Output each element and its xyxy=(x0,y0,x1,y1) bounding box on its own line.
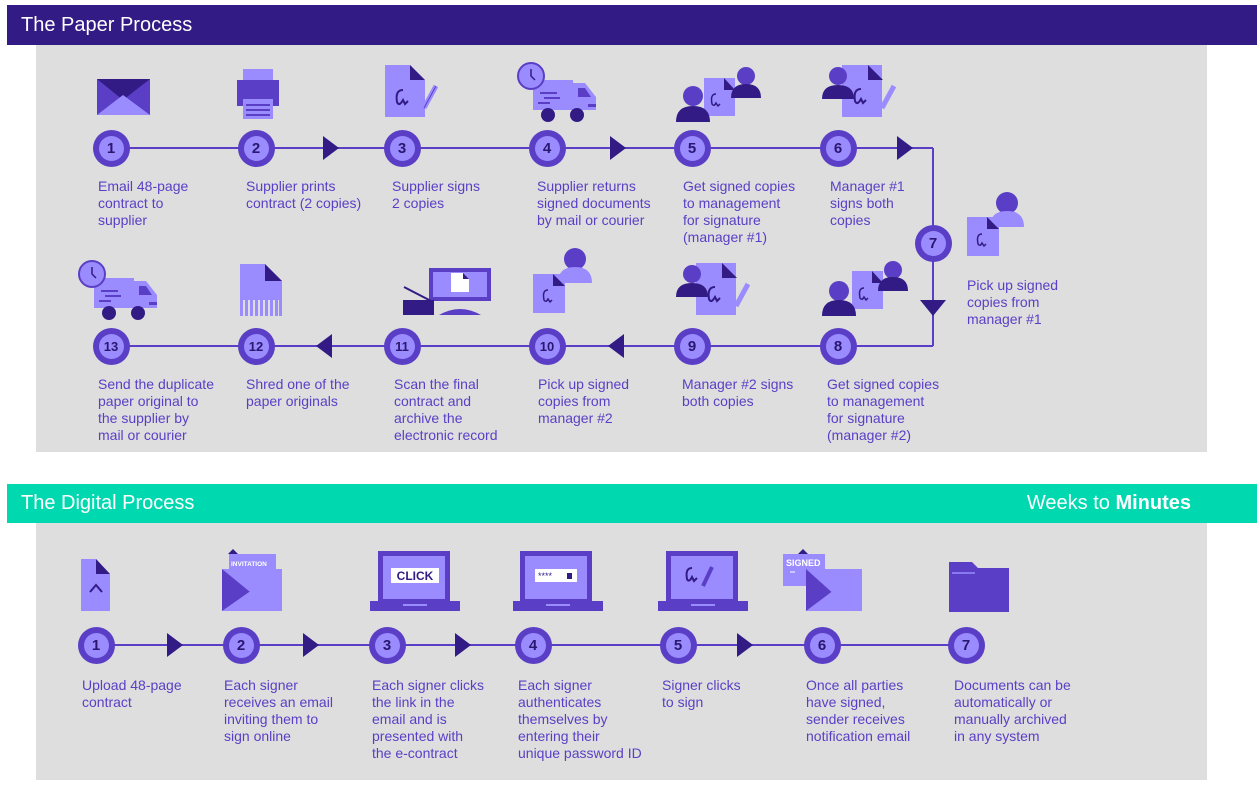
step-number-badge: 13 xyxy=(92,327,130,365)
step-number-badge: 6 xyxy=(803,626,841,664)
step-number-badge: 8 xyxy=(819,327,857,365)
step-number: 6 xyxy=(825,135,851,161)
step-number: 10 xyxy=(534,333,560,359)
step-description: Pick up signed copies from manager #1 xyxy=(967,277,1059,327)
step-description: Each signer authenticates themselves by … xyxy=(518,677,642,761)
step-number: 7 xyxy=(953,632,979,658)
signed-envelope-icon: SIGNED xyxy=(783,549,862,611)
step-number: 3 xyxy=(374,632,400,658)
step-number: 2 xyxy=(228,632,254,658)
laptop-password-icon: **** xyxy=(513,551,603,611)
step-description: Supplier returns signed documents by mai… xyxy=(537,178,651,228)
step-number-badge: 3 xyxy=(383,129,421,167)
step-number: 1 xyxy=(83,632,109,658)
step-number-badge: 10 xyxy=(528,327,566,365)
step-description: Each signer clicks the link in the email… xyxy=(372,677,485,761)
step-number: 7 xyxy=(920,230,946,256)
invitation-text: INVITATION xyxy=(231,561,267,568)
step-description: Get signed copies to management for sign… xyxy=(827,376,940,443)
step-number-badge: 4 xyxy=(528,129,566,167)
step-number: 5 xyxy=(665,632,691,658)
step-description: Manager #1 signs both copies xyxy=(830,178,905,228)
click-text: CLICK xyxy=(397,569,434,583)
step-number: 1 xyxy=(98,135,124,161)
step-number-badge: 3 xyxy=(368,626,406,664)
step-number: 8 xyxy=(825,333,851,359)
step-number: 4 xyxy=(520,632,546,658)
step-description: Each signer receives an email inviting t… xyxy=(224,677,333,744)
step-number-badge: 1 xyxy=(77,626,115,664)
step-description: Supplier signs 2 copies xyxy=(392,178,480,211)
step-number: 9 xyxy=(679,333,705,359)
step-number: 13 xyxy=(98,333,124,359)
step-number: 4 xyxy=(534,135,560,161)
step-number: 11 xyxy=(389,333,415,359)
step-description: Get signed copies to management for sign… xyxy=(683,178,796,245)
step-number-badge: 7 xyxy=(947,626,985,664)
upload-document-icon xyxy=(81,559,110,611)
step-number-badge: 9 xyxy=(673,327,711,365)
step-description: Pick up signed copies from manager #2 xyxy=(538,376,630,426)
step-number-badge: 11 xyxy=(383,327,421,365)
step-description: Send the duplicate paper original to the… xyxy=(98,376,214,443)
folder-icon xyxy=(949,562,1009,612)
step-number-badge: 5 xyxy=(673,129,711,167)
step-description: Shred one of the paper originals xyxy=(246,376,350,409)
step-description: Manager #2 signs both copies xyxy=(682,376,794,409)
laptop-signature-icon xyxy=(658,551,748,611)
step-description: Scan the final contract and archive the … xyxy=(394,376,498,443)
step-number-badge: 2 xyxy=(237,129,275,167)
signed-text: SIGNED xyxy=(786,558,821,568)
step-number-badge: 6 xyxy=(819,129,857,167)
step-number: 2 xyxy=(243,135,269,161)
step-number-badge: 12 xyxy=(237,327,275,365)
step-number-badge: 4 xyxy=(514,626,552,664)
step-description: Supplier prints contract (2 copies) xyxy=(246,178,362,211)
step-number: 6 xyxy=(809,632,835,658)
step-description: Signer clicks to sign xyxy=(662,677,741,710)
step-number-badge: 5 xyxy=(659,626,697,664)
step-number-badge: 2 xyxy=(222,626,260,664)
step-description: Documents can be automatically or manual… xyxy=(954,677,1071,744)
step-description: Email 48-page contract to supplier xyxy=(98,178,189,228)
step-number: 12 xyxy=(243,333,269,359)
step-description: Once all parties have signed, sender rec… xyxy=(806,677,911,744)
invitation-envelope-icon: INVITATION xyxy=(222,549,282,611)
laptop-click-icon: CLICK xyxy=(370,551,460,611)
step-number: 5 xyxy=(679,135,705,161)
password-text: **** xyxy=(538,571,553,581)
step-number-badge: 1 xyxy=(92,129,130,167)
step-number: 3 xyxy=(389,135,415,161)
step-number-badge: 7 xyxy=(914,224,952,262)
step-description: Upload 48-page contract xyxy=(82,677,182,710)
